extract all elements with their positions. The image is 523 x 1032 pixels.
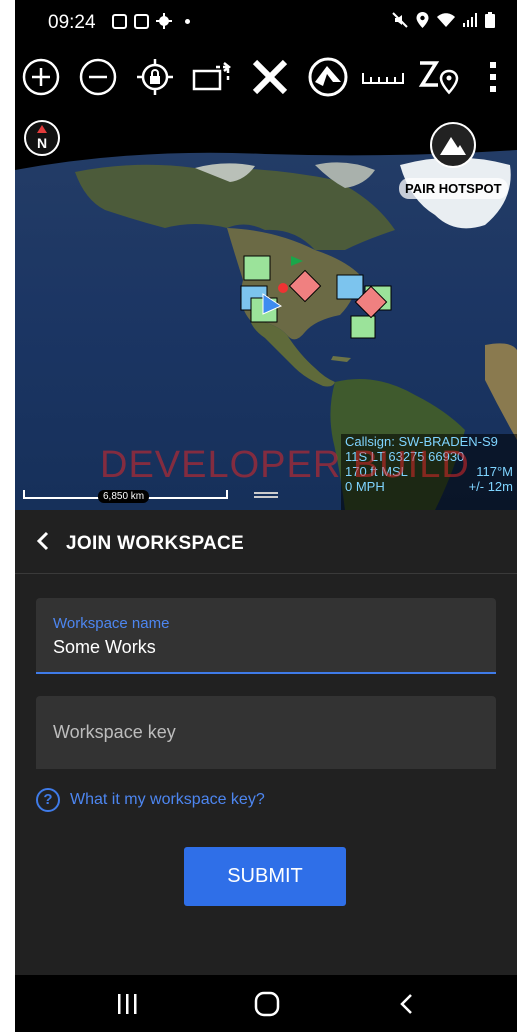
atak-mountain-icon <box>440 137 466 155</box>
ruler-icon <box>362 73 404 84</box>
compass-button[interactable]: N <box>24 120 60 156</box>
atak-home-button[interactable] <box>430 122 476 168</box>
map-toolbar <box>15 48 517 110</box>
back-icon <box>400 994 412 1014</box>
close-tool-button[interactable] <box>247 54 293 100</box>
north-arrow-icon <box>37 125 47 133</box>
atak-logo-icon <box>308 57 348 97</box>
zoom-location-icon <box>418 61 459 95</box>
join-workspace-panel: JOIN WORKSPACE Workspace name Some Works… <box>15 510 517 975</box>
home-button[interactable] <box>247 989 287 1019</box>
submit-button[interactable]: SUBMIT <box>184 847 346 906</box>
status-right-icons <box>392 12 495 28</box>
status-left-icons <box>112 13 190 29</box>
recents-button[interactable] <box>107 989 147 1019</box>
zoom-location-button[interactable] <box>415 54 461 100</box>
workspace-key-placeholder: Workspace key <box>53 722 176 742</box>
back-arrow-icon[interactable] <box>33 530 55 552</box>
drag-handle[interactable] <box>254 492 278 500</box>
workspace-name-value[interactable]: Some Works <box>53 637 156 658</box>
compass-label: N <box>36 135 48 151</box>
location-icon <box>416 12 429 28</box>
settings-icon <box>156 13 172 29</box>
zoom-in-button[interactable] <box>18 54 64 100</box>
scale-bar: 6,850 km <box>23 490 228 504</box>
dot-icon <box>185 18 190 24</box>
close-tool-icon <box>252 59 288 95</box>
mute-icon <box>392 12 408 28</box>
lock-location-icon <box>137 59 173 95</box>
help-text: What it my workspace key? <box>70 791 265 808</box>
developer-build-watermark: DEVELOPER BUILD <box>100 444 470 486</box>
status-bar: 09:24 <box>15 0 517 48</box>
workspace-name-label: Workspace name <box>53 615 170 632</box>
status-time: 09:24 <box>48 12 96 33</box>
gallery-icon <box>134 13 149 29</box>
page-title: JOIN WORKSPACE <box>66 533 245 554</box>
workspace-key-field[interactable]: Workspace key <box>36 696 496 769</box>
help-icon: ? <box>36 788 60 812</box>
info-accuracy: +/- 12m <box>468 479 513 494</box>
wifi-icon <box>437 12 455 27</box>
back-button[interactable] <box>387 989 427 1019</box>
signal-icon <box>463 13 477 27</box>
scale-label: 6,850 km <box>98 490 150 503</box>
messenger-icon <box>112 13 127 29</box>
ruler-button[interactable] <box>360 54 406 100</box>
overflow-menu-icon <box>490 62 496 92</box>
atak-menu-button[interactable] <box>305 54 351 100</box>
zoom-out-icon <box>79 58 117 96</box>
workspace-key-help-link[interactable]: ? What it my workspace key? <box>36 788 265 812</box>
panel-header: JOIN WORKSPACE <box>15 510 517 574</box>
pair-hotspot-button[interactable]: PAIR HOTSPOT <box>399 178 508 199</box>
home-icon <box>254 991 280 1017</box>
rotate-icon <box>192 62 232 91</box>
lock-location-button[interactable] <box>132 54 178 100</box>
battery-icon <box>485 12 495 28</box>
map-view[interactable]: N PAIR HOTSPOT Callsign: SW-BRADEN-S9 11… <box>15 110 517 510</box>
recents-icon <box>118 994 137 1014</box>
workspace-name-field[interactable]: Workspace name Some Works <box>36 598 496 674</box>
overflow-menu-button[interactable] <box>470 54 516 100</box>
zoom-out-button[interactable] <box>75 54 121 100</box>
zoom-in-icon <box>22 58 60 96</box>
rotate-button[interactable] <box>189 54 235 100</box>
info-heading: 117°M <box>476 464 513 479</box>
system-nav-bar <box>15 975 517 1032</box>
phone-screen: 09:24 N PAIR HOTSPOT Callsign: SW-BRADEN… <box>15 0 517 1032</box>
